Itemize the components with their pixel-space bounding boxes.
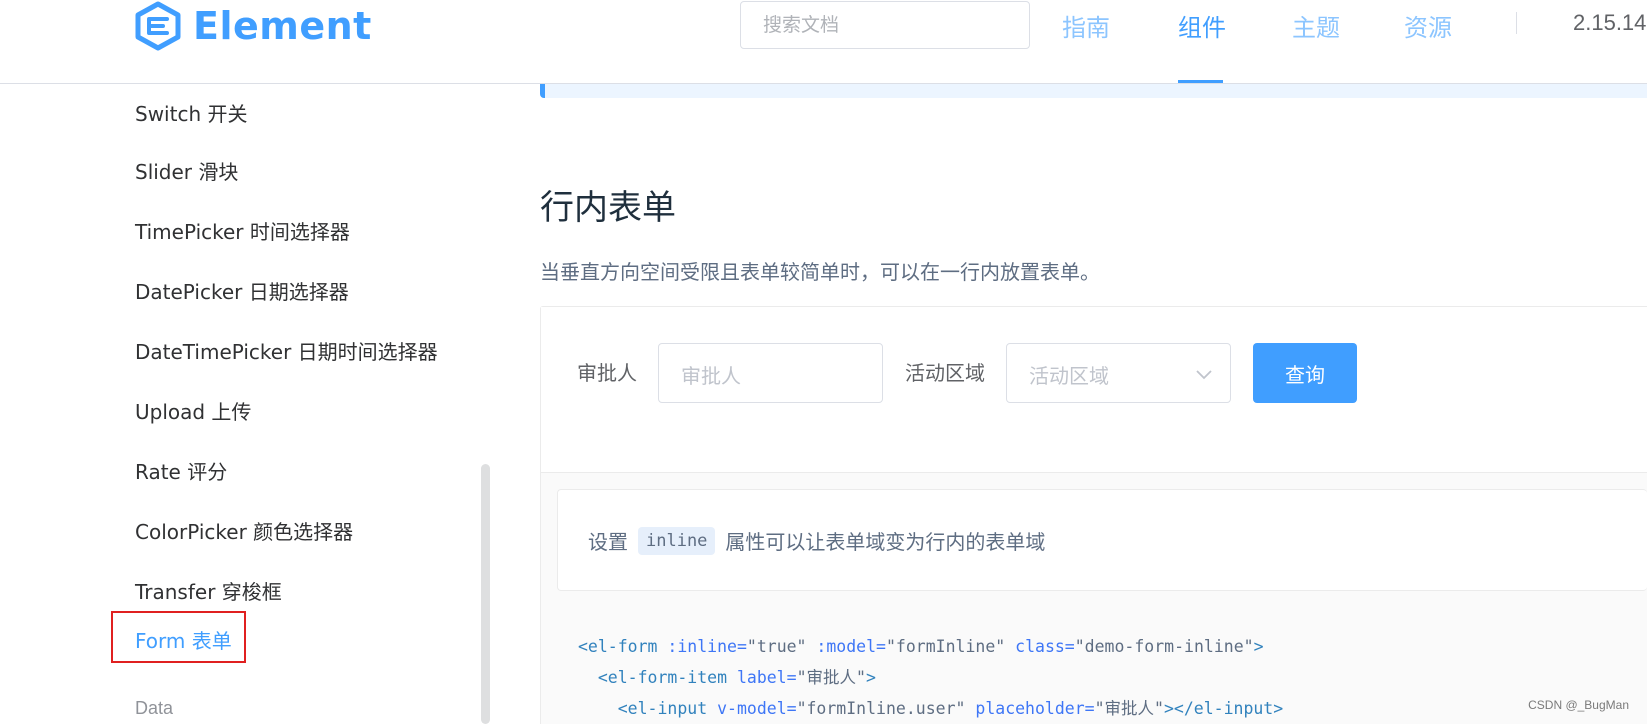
- code-token: v-model=: [707, 699, 797, 718]
- code-token: "demo-form-inline": [1074, 637, 1254, 656]
- watermark-text: CSDN @_BugMan: [1528, 698, 1629, 712]
- code-token: "formInline": [885, 637, 1006, 656]
- code-snippet: <el-form :inline="true" :model="formInli…: [578, 631, 1283, 724]
- nav-theme[interactable]: 主题: [1292, 8, 1340, 43]
- sidebar-item-rate[interactable]: Rate 评分: [135, 456, 227, 485]
- sidebar-item-slider[interactable]: Slider 滑块: [135, 156, 238, 185]
- code-token: >: [865, 668, 876, 687]
- annotation-highlight-box: [111, 611, 246, 663]
- description-prefix: 设置: [588, 530, 628, 554]
- code-line-1: <el-form :inline="true" :model="formInli…: [578, 637, 1264, 656]
- sidebar-item-timepicker[interactable]: TimePicker 时间选择器: [135, 216, 350, 245]
- code-token: "true": [746, 637, 807, 656]
- nav-component[interactable]: 组件: [1178, 8, 1226, 43]
- sidebar-item-switch[interactable]: Switch 开关: [135, 98, 247, 127]
- code-line-2: <el-form-item label="审批人">: [578, 668, 876, 687]
- section-title: 行内表单: [540, 188, 676, 228]
- query-button[interactable]: 查询: [1253, 343, 1357, 403]
- inline-code-tag: inline: [638, 526, 716, 555]
- approver-placeholder: 审批人: [681, 364, 741, 388]
- approver-label: 审批人: [577, 361, 637, 385]
- demo-description: 设置 inline 属性可以让表单域变为行内的表单域: [557, 489, 1647, 591]
- sidebar-item-datepicker[interactable]: DatePicker 日期选择器: [135, 276, 349, 305]
- region-select[interactable]: 活动区域: [1006, 343, 1231, 403]
- nav-guide[interactable]: 指南: [1062, 8, 1110, 43]
- code-token: label=: [727, 668, 797, 687]
- demo-meta: 设置 inline 属性可以让表单域变为行内的表单域 <el-form :inl…: [541, 473, 1647, 724]
- tip-banner: [540, 84, 1647, 98]
- nav-resource[interactable]: 资源: [1404, 8, 1452, 43]
- code-token: :inline=: [657, 637, 747, 656]
- code-token: class=: [1005, 637, 1075, 656]
- code-token: :model=: [806, 637, 886, 656]
- sidebar-nav: Switch 开关 Slider 滑块 TimePicker 时间选择器 Dat…: [0, 84, 500, 724]
- sidebar-item-colorpicker[interactable]: ColorPicker 颜色选择器: [135, 516, 353, 545]
- sidebar-scrollbar[interactable]: [481, 464, 490, 724]
- section-description: 当垂直方向空间受限且表单较简单时，可以在一行内放置表单。: [540, 260, 1100, 284]
- description-text: 设置 inline 属性可以让表单域变为行内的表单域: [588, 526, 1045, 555]
- search-input[interactable]: [740, 1, 1030, 49]
- sidebar-item-transfer[interactable]: Transfer 穿梭框: [135, 576, 282, 605]
- code-token: <el-form: [578, 637, 658, 656]
- region-label: 活动区域: [905, 361, 985, 385]
- code-token: "审批人": [796, 668, 866, 687]
- chevron-down-icon: [1196, 370, 1212, 380]
- version-selector[interactable]: 2.15.14: [1573, 10, 1646, 36]
- nav-active-indicator: [1178, 80, 1223, 83]
- approver-input[interactable]: 审批人: [658, 343, 883, 403]
- code-token: >: [1253, 637, 1264, 656]
- code-token: placeholder=: [965, 699, 1095, 718]
- region-placeholder: 活动区域: [1029, 364, 1109, 388]
- sidebar-group-data: Data: [135, 698, 174, 718]
- sidebar-item-upload[interactable]: Upload 上传: [135, 396, 251, 425]
- code-token: <el-form-item: [597, 668, 728, 687]
- code-token: "formInline.user": [796, 699, 966, 718]
- logo-wordmark: Element: [193, 4, 372, 48]
- code-token: ></el-input>: [1163, 699, 1284, 718]
- nav-divider: [1516, 12, 1517, 34]
- sidebar-item-datetimepicker[interactable]: DateTimePicker 日期时间选择器: [135, 336, 438, 365]
- description-suffix: 属性可以让表单域变为行内的表单域: [725, 530, 1046, 554]
- element-logo[interactable]: Element: [133, 0, 372, 52]
- top-header: Element 指南 组件 主题 资源 2.15.14: [0, 0, 1647, 84]
- code-token: "审批人": [1094, 699, 1164, 718]
- demo-block: 审批人 审批人 活动区域 活动区域 查询 设置 inline 属性可以让表单域变…: [540, 306, 1647, 724]
- element-hexagon-icon: [135, 1, 181, 51]
- code-token: <el-input: [617, 699, 708, 718]
- demo-source: 审批人 审批人 活动区域 活动区域 查询: [541, 307, 1647, 473]
- code-line-3: <el-input v-model="formInline.user" plac…: [578, 699, 1283, 718]
